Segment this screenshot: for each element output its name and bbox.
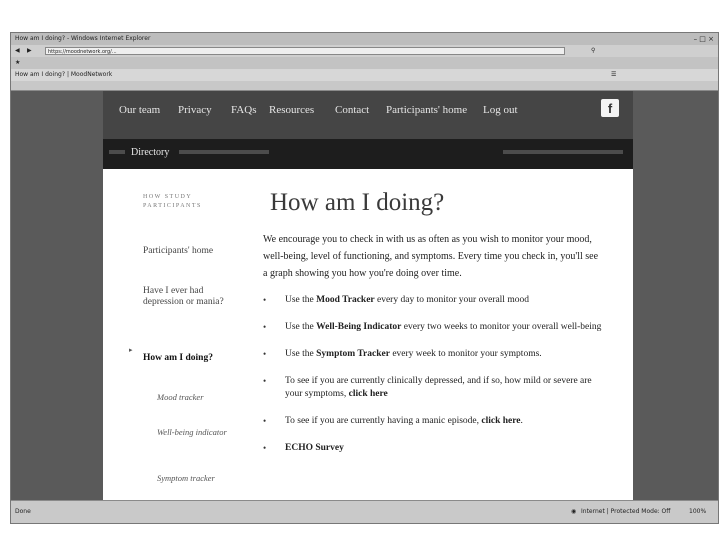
content-panel: HOW STUDY PARTICIPANTS Participants' hom…: [103, 169, 633, 509]
back-icon[interactable]: ◀: [15, 45, 20, 57]
list-item: ECHO Survey: [263, 442, 608, 455]
sidebar-subitem-symptom-tracker[interactable]: Symptom tracker: [157, 473, 237, 483]
divider: [503, 150, 623, 154]
divider: [179, 150, 269, 154]
symptom-tracker-link[interactable]: Symptom Tracker: [316, 349, 390, 359]
current-page-marker-icon: ▸: [129, 346, 133, 354]
well-being-indicator-link[interactable]: Well-Being Indicator: [316, 322, 401, 332]
echo-survey-link[interactable]: ECHO Survey: [285, 443, 344, 453]
browser-chrome: How am I doing? - Windows Internet Explo…: [11, 33, 718, 91]
nav-contact[interactable]: Contact: [335, 104, 369, 116]
list-item: To see if you are currently clinically d…: [263, 375, 608, 401]
main-content: How am I doing? We encourage you to chec…: [248, 169, 633, 509]
favorites-bar: ★: [11, 57, 718, 69]
list-item: Use the Well-Being Indicator every two w…: [263, 321, 608, 334]
nav-our-team[interactable]: Our team: [119, 104, 160, 116]
tracker-list: Use the Mood Tracker every day to monito…: [263, 294, 608, 469]
nav-log-out[interactable]: Log out: [483, 104, 518, 116]
web-page: Our team Privacy FAQs Resources Contact …: [11, 91, 718, 509]
zoom-level[interactable]: 100%: [689, 501, 706, 523]
window-title: How am I doing? - Windows Internet Explo…: [15, 35, 151, 42]
nav-faqs[interactable]: FAQs: [231, 104, 256, 116]
sidebar-subitem-well-being[interactable]: Well-being indicator: [157, 427, 237, 437]
list-item: Use the Symptom Tracker every week to mo…: [263, 348, 608, 361]
intro-paragraph: We encourage you to check in with us as …: [263, 234, 599, 279]
facebook-icon[interactable]: f: [601, 99, 619, 117]
page-title: How am I doing?: [270, 189, 445, 216]
directory-label[interactable]: Directory: [131, 147, 169, 158]
forward-icon[interactable]: ▶: [27, 45, 32, 57]
address-bar[interactable]: https://moodnetwork.org/...: [45, 47, 565, 55]
nav-privacy[interactable]: Privacy: [178, 104, 212, 116]
sidebar-item-depression-mania[interactable]: Have I ever had depression or mania?: [143, 286, 238, 308]
star-icon[interactable]: ★: [11, 59, 20, 66]
title-bar: How am I doing? - Windows Internet Explo…: [11, 33, 718, 45]
sidebar: HOW STUDY PARTICIPANTS Participants' hom…: [103, 169, 248, 509]
page-tools-icon[interactable]: ☰: [611, 69, 616, 81]
search-icon[interactable]: ⚲: [591, 45, 595, 57]
sidebar-heading: HOW STUDY PARTICIPANTS: [143, 194, 202, 209]
list-item: To see if you are currently having a man…: [263, 415, 608, 428]
security-zone: Internet | Protected Mode: Off: [581, 508, 671, 515]
address-row: ◀ ▶ https://moodnetwork.org/... ⚲: [11, 45, 718, 57]
top-nav: Our team Privacy FAQs Resources Contact …: [103, 91, 633, 139]
nav-participants-home[interactable]: Participants' home: [386, 104, 467, 116]
globe-icon: ◉: [571, 508, 577, 515]
mood-tracker-link[interactable]: Mood Tracker: [316, 295, 374, 305]
divider: [109, 150, 125, 154]
nav-resources[interactable]: Resources: [269, 104, 314, 116]
browser-window: How am I doing? - Windows Internet Explo…: [10, 32, 719, 524]
tab-row: How am I doing? | MoodNetwork ☰: [11, 69, 718, 81]
status-text: Done: [15, 508, 31, 515]
depression-click-here-link[interactable]: click here: [349, 389, 388, 399]
mania-click-here-link[interactable]: click here: [481, 416, 520, 426]
sidebar-subitem-mood-tracker[interactable]: Mood tracker: [157, 392, 237, 402]
window-controls[interactable]: – □ ×: [694, 33, 714, 45]
sidebar-item-participants-home[interactable]: Participants' home: [143, 246, 238, 257]
status-bar: Done ◉ Internet | Protected Mode: Off 10…: [11, 500, 718, 523]
list-item: Use the Mood Tracker every day to monito…: [263, 294, 608, 307]
tab-current[interactable]: How am I doing? | MoodNetwork: [11, 71, 112, 78]
sidebar-item-how-am-i-doing[interactable]: How am I doing?: [143, 353, 238, 364]
sub-header: Directory: [103, 139, 633, 169]
